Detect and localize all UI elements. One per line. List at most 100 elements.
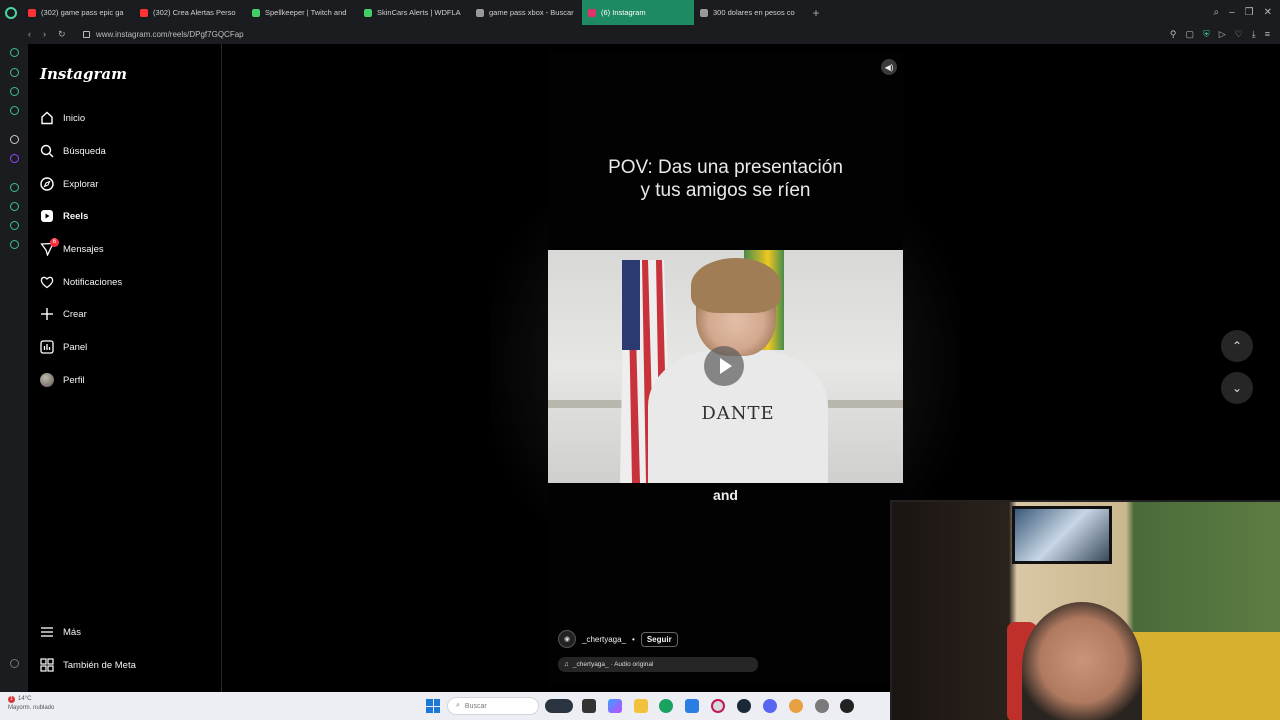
sidebar-settings-icon[interactable] <box>10 240 19 249</box>
next-reel-button[interactable]: ⌄ <box>1221 372 1253 404</box>
close-icon[interactable]: ✕ <box>1264 7 1272 18</box>
mute-icon[interactable]: ◀) <box>881 59 897 75</box>
meta-grid-icon <box>40 658 54 672</box>
taskbar-steam-icon[interactable] <box>737 699 751 713</box>
nav-profile[interactable]: Perfil <box>40 370 85 390</box>
nav-dashboard[interactable]: Panel <box>40 337 87 357</box>
nav-reels-label: Reels <box>63 210 89 222</box>
tab-game-pass-xbox[interactable]: game pass xbox - Buscar <box>470 0 582 25</box>
webcam-overlay <box>890 500 1280 720</box>
opera-logo-icon[interactable] <box>0 0 22 25</box>
taskbar-opera-icon[interactable] <box>711 699 725 713</box>
webcam-tv <box>1012 506 1112 564</box>
sidebar-history-icon[interactable] <box>10 202 19 211</box>
downloads-icon[interactable]: ⤓ <box>1252 29 1256 40</box>
url-field[interactable]: www.instagram.com/reels/DPgf7GQCFap <box>96 30 244 39</box>
menu-icon[interactable]: ≡ <box>1265 29 1270 40</box>
weather-desc: Mayorm. nublado <box>8 705 55 711</box>
messenger-icon: 6 <box>40 238 59 256</box>
tab-spellkeeper[interactable]: Spellkeeper | Twitch and <box>246 0 358 25</box>
nav-messages[interactable]: 6 Mensajes <box>40 238 104 259</box>
taskbar-settings-icon[interactable] <box>815 699 829 713</box>
shield-icon[interactable]: ⛨ <box>1203 29 1210 40</box>
taskbar-copilot-icon[interactable] <box>608 699 622 713</box>
taskbar-app-icon[interactable] <box>789 699 803 713</box>
sidebar-player-icon[interactable] <box>10 183 19 192</box>
nav-search[interactable]: Búsqueda <box>40 141 106 161</box>
plus-icon <box>40 307 54 321</box>
windows-start-icon[interactable] <box>426 699 440 713</box>
sidebar-twitch-icon[interactable] <box>10 154 19 163</box>
audio-track[interactable]: ♫ _chertyaga_ · Audio original <box>558 657 758 672</box>
reload-icon[interactable]: ↻ <box>58 29 66 40</box>
tab-skincars[interactable]: SkinCars Alerts | WDFLA <box>358 0 470 25</box>
search-icon: ⌕ <box>456 702 460 709</box>
tab-instagram[interactable]: (6) Instagram <box>582 0 694 25</box>
play-icon[interactable]: ▷ <box>1219 29 1226 40</box>
taskbar-file-explorer-icon[interactable] <box>634 699 648 713</box>
reel-author-row: ◉ _chertyaga_ • Seguir <box>558 630 678 648</box>
webcam-yellow-wall <box>1122 632 1280 720</box>
instagram-logo[interactable]: Instagram <box>40 65 127 83</box>
taskbar-discord-icon[interactable] <box>763 699 777 713</box>
back-icon[interactable]: ‹ <box>28 29 31 40</box>
nav-create[interactable]: Crear <box>40 304 87 324</box>
taskbar-edge-icon[interactable] <box>659 699 673 713</box>
new-tab-plus-icon[interactable]: + <box>806 6 826 20</box>
home-icon <box>40 111 54 125</box>
tab-crea-alertas[interactable]: (302) Crea Alertas Perso <box>134 0 246 25</box>
nav-dashboard-label: Panel <box>63 341 88 353</box>
author-username[interactable]: _chertyaga_ <box>582 635 626 644</box>
taskbar-obs-icon[interactable] <box>840 699 854 713</box>
compass-icon <box>40 177 54 191</box>
webcam-person <box>1022 602 1142 720</box>
reel-video-frame[interactable]: DANTE <box>548 250 903 483</box>
tab-300-dolares[interactable]: 300 dolares en pesos co <box>694 0 806 25</box>
minimize-icon[interactable]: – <box>1229 7 1235 18</box>
search-engine-icon <box>476 8 484 17</box>
video-subtitle: and <box>713 487 738 503</box>
taskbar-store-icon[interactable] <box>685 699 699 713</box>
reels-icon <box>40 209 54 223</box>
sidebar-app-icon[interactable] <box>10 106 19 115</box>
weather-widget[interactable]: 1 14°C Mayorm. nublado <box>8 695 54 713</box>
youtube-icon <box>140 8 148 17</box>
search-tabs-icon[interactable]: ⌕ <box>1213 7 1219 18</box>
youtube-icon <box>28 8 36 17</box>
leaf-icon <box>364 8 372 17</box>
sidebar-extensions-icon[interactable] <box>10 221 19 230</box>
search-engine-icon <box>700 8 708 17</box>
taskbar-task-view-icon[interactable] <box>582 699 596 713</box>
nav-explore[interactable]: Explorar <box>40 174 98 194</box>
tab-game-pass-epic[interactable]: (302) game pass epic ga <box>22 0 134 25</box>
nav-reels[interactable]: Reels <box>40 206 88 226</box>
nav-notifications[interactable]: Notificaciones <box>40 272 122 292</box>
pin-icon[interactable]: ⚲ <box>1170 29 1177 40</box>
taskbar-search[interactable]: ⌕ Buscar <box>447 697 539 715</box>
sidebar-ai-icon[interactable] <box>10 135 19 144</box>
nav-more[interactable]: Más <box>40 622 81 642</box>
maximize-icon[interactable]: ❐ <box>1245 7 1254 18</box>
nav-also-from-meta[interactable]: También de Meta <box>40 655 136 675</box>
play-button[interactable] <box>704 346 744 386</box>
heart-icon[interactable]: ♡ <box>1235 29 1243 40</box>
music-note-icon: ♫ <box>564 661 569 668</box>
forward-icon[interactable]: › <box>43 29 46 40</box>
follow-button[interactable]: Seguir <box>640 631 678 647</box>
taskbar-game-icon[interactable] <box>545 699 573 713</box>
audio-label: _chertyaga_ · Audio original <box>572 661 654 668</box>
lock-icon[interactable] <box>83 31 90 38</box>
sidebar-more-icon[interactable] <box>10 659 19 668</box>
snapshot-icon[interactable]: ▢ <box>1185 29 1194 40</box>
sidebar-notes-icon[interactable] <box>10 87 19 96</box>
browser-tab-bar: (302) game pass epic ga (302) Crea Alert… <box>0 0 1280 25</box>
address-bar-actions: ⚲ ▢ ⛨ ▷ ♡ ⤓ ≡ <box>1170 29 1280 40</box>
reel-video-player[interactable]: ◀) POV: Das una presentación y tus amigo… <box>548 52 903 684</box>
messages-badge: 6 <box>50 238 59 247</box>
author-avatar[interactable]: ◉ <box>558 630 576 648</box>
nav-more-label: Más <box>63 626 81 638</box>
sidebar-whatsapp-icon[interactable] <box>10 48 19 57</box>
sidebar-shopping-icon[interactable] <box>10 68 19 77</box>
previous-reel-button[interactable]: ⌃ <box>1221 330 1253 362</box>
nav-home[interactable]: Inicio <box>40 108 85 128</box>
